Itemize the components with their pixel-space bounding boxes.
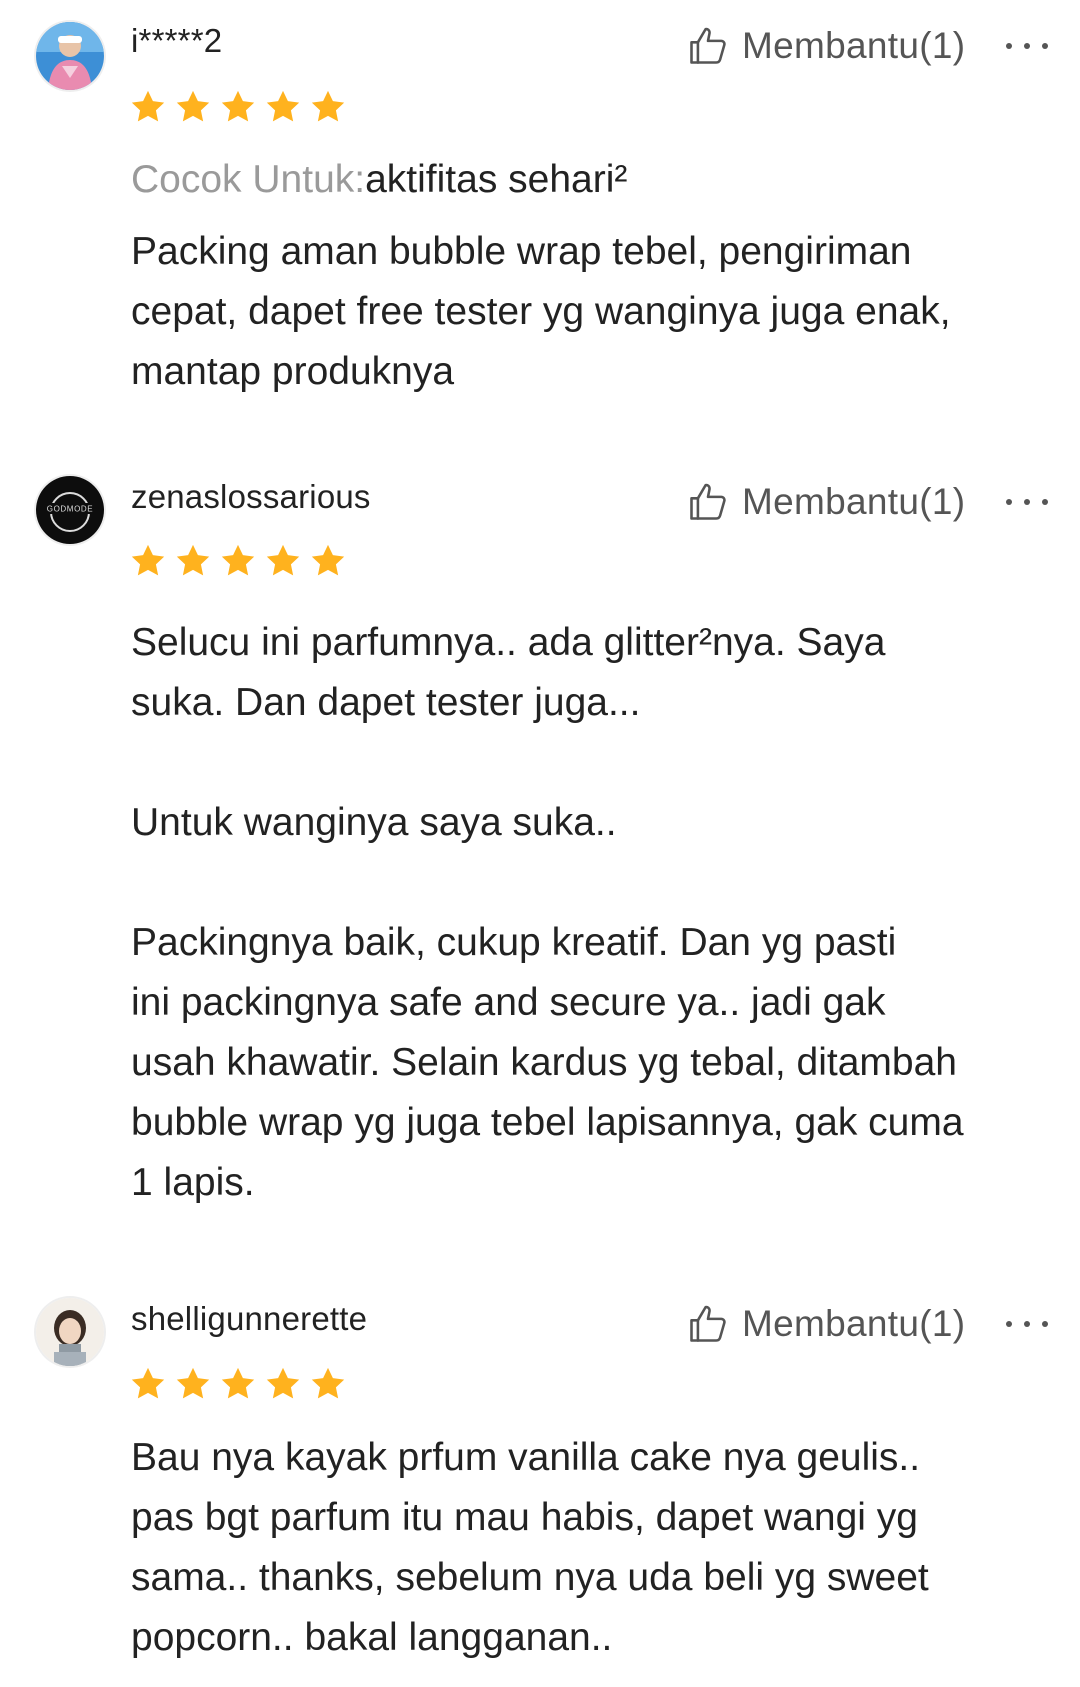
review-text-line: Packing aman bubble wrap tebel, pengirim…: [131, 230, 912, 273]
more-options-icon[interactable]: [1006, 1309, 1048, 1339]
review-text-line: 1 lapis.: [131, 1161, 255, 1204]
more-options-icon[interactable]: [1006, 487, 1048, 517]
star-icon: [266, 1367, 300, 1399]
star-icon: [221, 90, 255, 122]
username[interactable]: zenaslossarious: [131, 478, 371, 516]
star-icon: [176, 544, 210, 576]
review-text-line: pas bgt parfum itu mau habis, dapet wang…: [131, 1496, 918, 1539]
thumbs-up-icon: [690, 1305, 726, 1342]
star-icon: [131, 1367, 165, 1399]
helpful-button[interactable]: Membantu(1): [686, 22, 965, 70]
helpful-button[interactable]: Membantu(1): [686, 1300, 965, 1348]
helpful-label: Membantu(1): [742, 481, 966, 522]
review-text-line: usah khawatir. Selain kardus yg tebal, d…: [131, 1041, 957, 1084]
avatar[interactable]: [36, 22, 104, 90]
review-text-line: ini packingnya safe and secure ya.. jadi…: [131, 981, 886, 1024]
username[interactable]: shelligunnerette: [131, 1300, 367, 1338]
more-options-icon[interactable]: [1006, 31, 1048, 61]
star-icon: [221, 1367, 255, 1399]
star-icon: [266, 544, 300, 576]
review-text: Bau nya kayak prfum vanilla cake nya geu…: [131, 1428, 1051, 1668]
username[interactable]: i*****2: [131, 22, 222, 60]
review-text-line: sama.. thanks, sebelum nya uda beli yg s…: [131, 1556, 929, 1599]
review-text-line: suka. Dan dapet tester juga...: [131, 681, 641, 724]
star-icon: [131, 90, 165, 122]
review-text-line: Untuk wanginya saya suka..: [131, 801, 617, 844]
review-text-line: mantap produknya: [131, 350, 455, 393]
suitable-for-value: aktifitas sehari²: [365, 158, 628, 201]
star-icon: [131, 544, 165, 576]
review-text-line: Bau nya kayak prfum vanilla cake nya geu…: [131, 1436, 921, 1479]
star-icon: [311, 90, 345, 122]
avatar[interactable]: [36, 1298, 104, 1366]
star-icon: [311, 1367, 345, 1399]
star-icon: [266, 90, 300, 122]
avatar-logo-text: GODMODE: [47, 505, 93, 514]
helpful-label: Membantu(1): [742, 25, 966, 66]
review-text-line: Selucu ini parfumnya.. ada glitter²nya. …: [131, 621, 886, 664]
review-text: Packing aman bubble wrap tebel, pengirim…: [131, 222, 1051, 402]
helpful-label: Membantu(1): [742, 1303, 966, 1344]
suitable-for: Cocok Untuk:aktifitas sehari²: [131, 158, 627, 202]
suitable-for-label: Cocok Untuk:: [131, 158, 366, 201]
review-text-line: bubble wrap yg juga tebel lapisannya, ga…: [131, 1101, 964, 1144]
review-text-line: Packingnya baik, cukup kreatif. Dan yg p…: [131, 921, 897, 964]
star-icon: [176, 90, 210, 122]
star-icon: [221, 544, 255, 576]
star-icon: [176, 1367, 210, 1399]
star-rating: [129, 1365, 354, 1405]
avatar[interactable]: GODMODE: [36, 476, 104, 544]
star-rating: [129, 88, 354, 128]
star-icon: [311, 544, 345, 576]
thumbs-up-icon: [690, 27, 726, 64]
star-rating: [129, 542, 354, 582]
thumbs-up-icon: [690, 483, 726, 520]
review-text-line: popcorn.. bakal langganan..: [131, 1616, 613, 1659]
review-text: Selucu ini parfumnya.. ada glitter²nya. …: [131, 613, 1051, 1213]
review-text-line: cepat, dapet free tester yg wanginya jug…: [131, 290, 951, 333]
helpful-button[interactable]: Membantu(1): [686, 478, 965, 526]
